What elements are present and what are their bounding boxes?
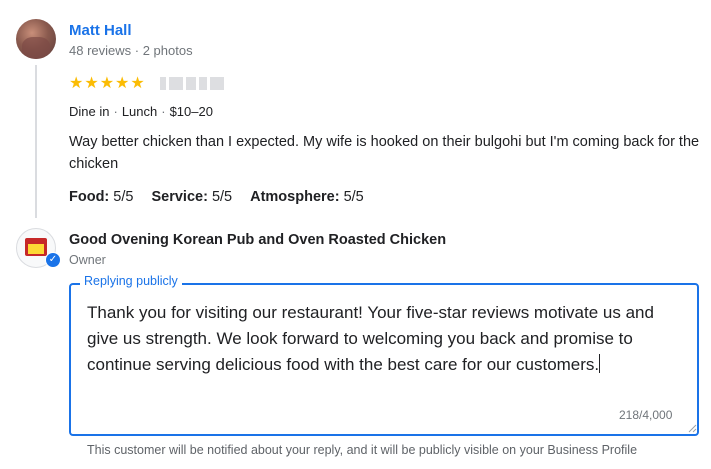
reply-text[interactable]: Thank you for visiting our restaurant! Y… (87, 300, 687, 378)
blurred-date (160, 77, 234, 90)
reply-field-label: Replying publicly (80, 274, 182, 288)
rating-atmosphere: Atmosphere: 5/5 (250, 189, 364, 205)
review-text: Way better chicken than I expected. My w… (69, 134, 700, 172)
thread-line (35, 65, 37, 218)
owner-name: Good Ovening Korean Pub and Oven Roasted… (69, 232, 447, 248)
visit-details: Dine in · Lunch · $10–20 (69, 104, 213, 119)
visit-meal: Lunch (121, 104, 158, 119)
rating-service: Service: 5/5 (151, 189, 233, 205)
owner-role: Owner (69, 253, 106, 267)
logo-detail (28, 244, 44, 254)
reviewer-avatar[interactable] (16, 19, 56, 59)
visit-type: Dine in (69, 104, 110, 119)
rating-food: Food: 5/5 (69, 189, 134, 205)
reply-notice: This customer will be notified about you… (87, 443, 638, 457)
sub-ratings: Food: 5/5 Service: 5/5 Atmosphere: 5/5 (69, 189, 364, 205)
character-counter: 218/4,000 (619, 408, 673, 422)
star-rating: ★★★★★ (69, 75, 146, 92)
text-cursor (599, 354, 601, 373)
resize-handle-icon[interactable] (688, 424, 697, 433)
reviewer-meta: 48 reviews · 2 photos (69, 43, 193, 58)
visit-price: $10–20 (169, 104, 213, 119)
verified-check-icon: ✓ (45, 252, 61, 268)
reviewer-name[interactable]: Matt Hall (69, 22, 132, 39)
